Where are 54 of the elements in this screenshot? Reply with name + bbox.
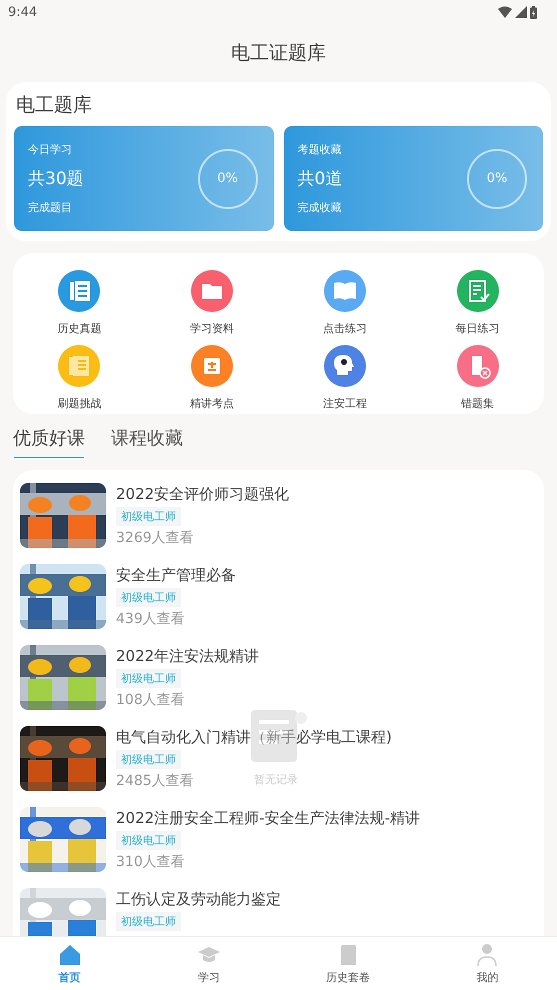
course-title[interactable]: 2022注册安全工程师-安全生产法律法规-精讲 [116,809,420,828]
feature-label[interactable]: 注安工程 [322,396,367,411]
course-tag: 初级电工师 [116,750,181,769]
course-title[interactable]: 工伤认定及劳动能力鉴定 [116,890,281,909]
exam-icon[interactable] [191,345,234,387]
course-title[interactable]: 安全生产管理必备 [116,566,236,585]
book-icon[interactable] [324,270,366,312]
course-tab[interactable]: 课程收藏 [111,426,183,458]
view-count: 310人查看 [116,853,185,871]
feature-label[interactable]: 点击练习 [322,321,367,336]
feature-label[interactable]: 历史真题 [57,321,102,336]
signal-icon [515,6,527,18]
feature-label[interactable]: 每日练习 [456,321,500,336]
head-icon[interactable] [324,345,366,387]
bookmark-icon[interactable] [456,345,499,387]
course-tag: 初级电工师 [116,831,181,850]
feature-label[interactable]: 刷题挑战 [57,396,102,411]
stat-label: 今日学习 [28,142,73,157]
stat-caption: 完成收藏 [298,200,342,215]
view-count: 439人查看 [116,610,185,628]
feature-label[interactable]: 错题集 [461,396,494,411]
document-icon[interactable] [58,345,100,387]
page-title: 电工证题库 [231,41,326,66]
folder-icon[interactable] [191,270,234,312]
view-count: 2485人查看 [116,772,194,790]
status-time: 9:44 [8,4,38,20]
view-count: 108人查看 [116,691,185,709]
course-title[interactable]: 2022安全评价师习题强化 [116,485,290,504]
course-tag: 初级电工师 [116,507,181,526]
view-count: 3269人查看 [116,529,194,547]
stat-label: 考题收藏 [298,142,342,157]
home-icon[interactable] [58,942,82,966]
course-title[interactable]: 2022年注安法规精讲 [116,647,260,666]
battery-icon [530,6,537,18]
person-icon[interactable] [475,942,500,966]
course-tag: 初级电工师 [116,588,181,607]
progress-ring: 0% [198,148,258,208]
stat-count: 共0道 [298,168,342,190]
course-title[interactable]: 电气自动化入门精讲（新手必学电工课程) [116,728,392,747]
document-icon[interactable] [58,270,100,312]
course-tag: 初级电工师 [116,669,181,688]
course-tab[interactable]: 优质好课 [13,426,85,458]
feature-label[interactable]: 精讲考点 [190,396,234,411]
section-title: 电工题库 [16,93,92,118]
progress-ring: 0% [467,148,527,208]
nav-tab[interactable]: 我的 [476,970,498,984]
feature-label[interactable]: 学习资料 [190,321,234,336]
checklist-icon[interactable] [456,270,499,312]
course-tag: 初级电工师 [116,912,181,931]
stat-caption: 完成题目 [28,200,73,215]
nav-tab[interactable]: 学习 [198,970,220,984]
nav-tab[interactable]: 历史套卷 [326,970,370,984]
wifi-icon [498,6,512,18]
stat-count: 共30题 [28,168,84,190]
